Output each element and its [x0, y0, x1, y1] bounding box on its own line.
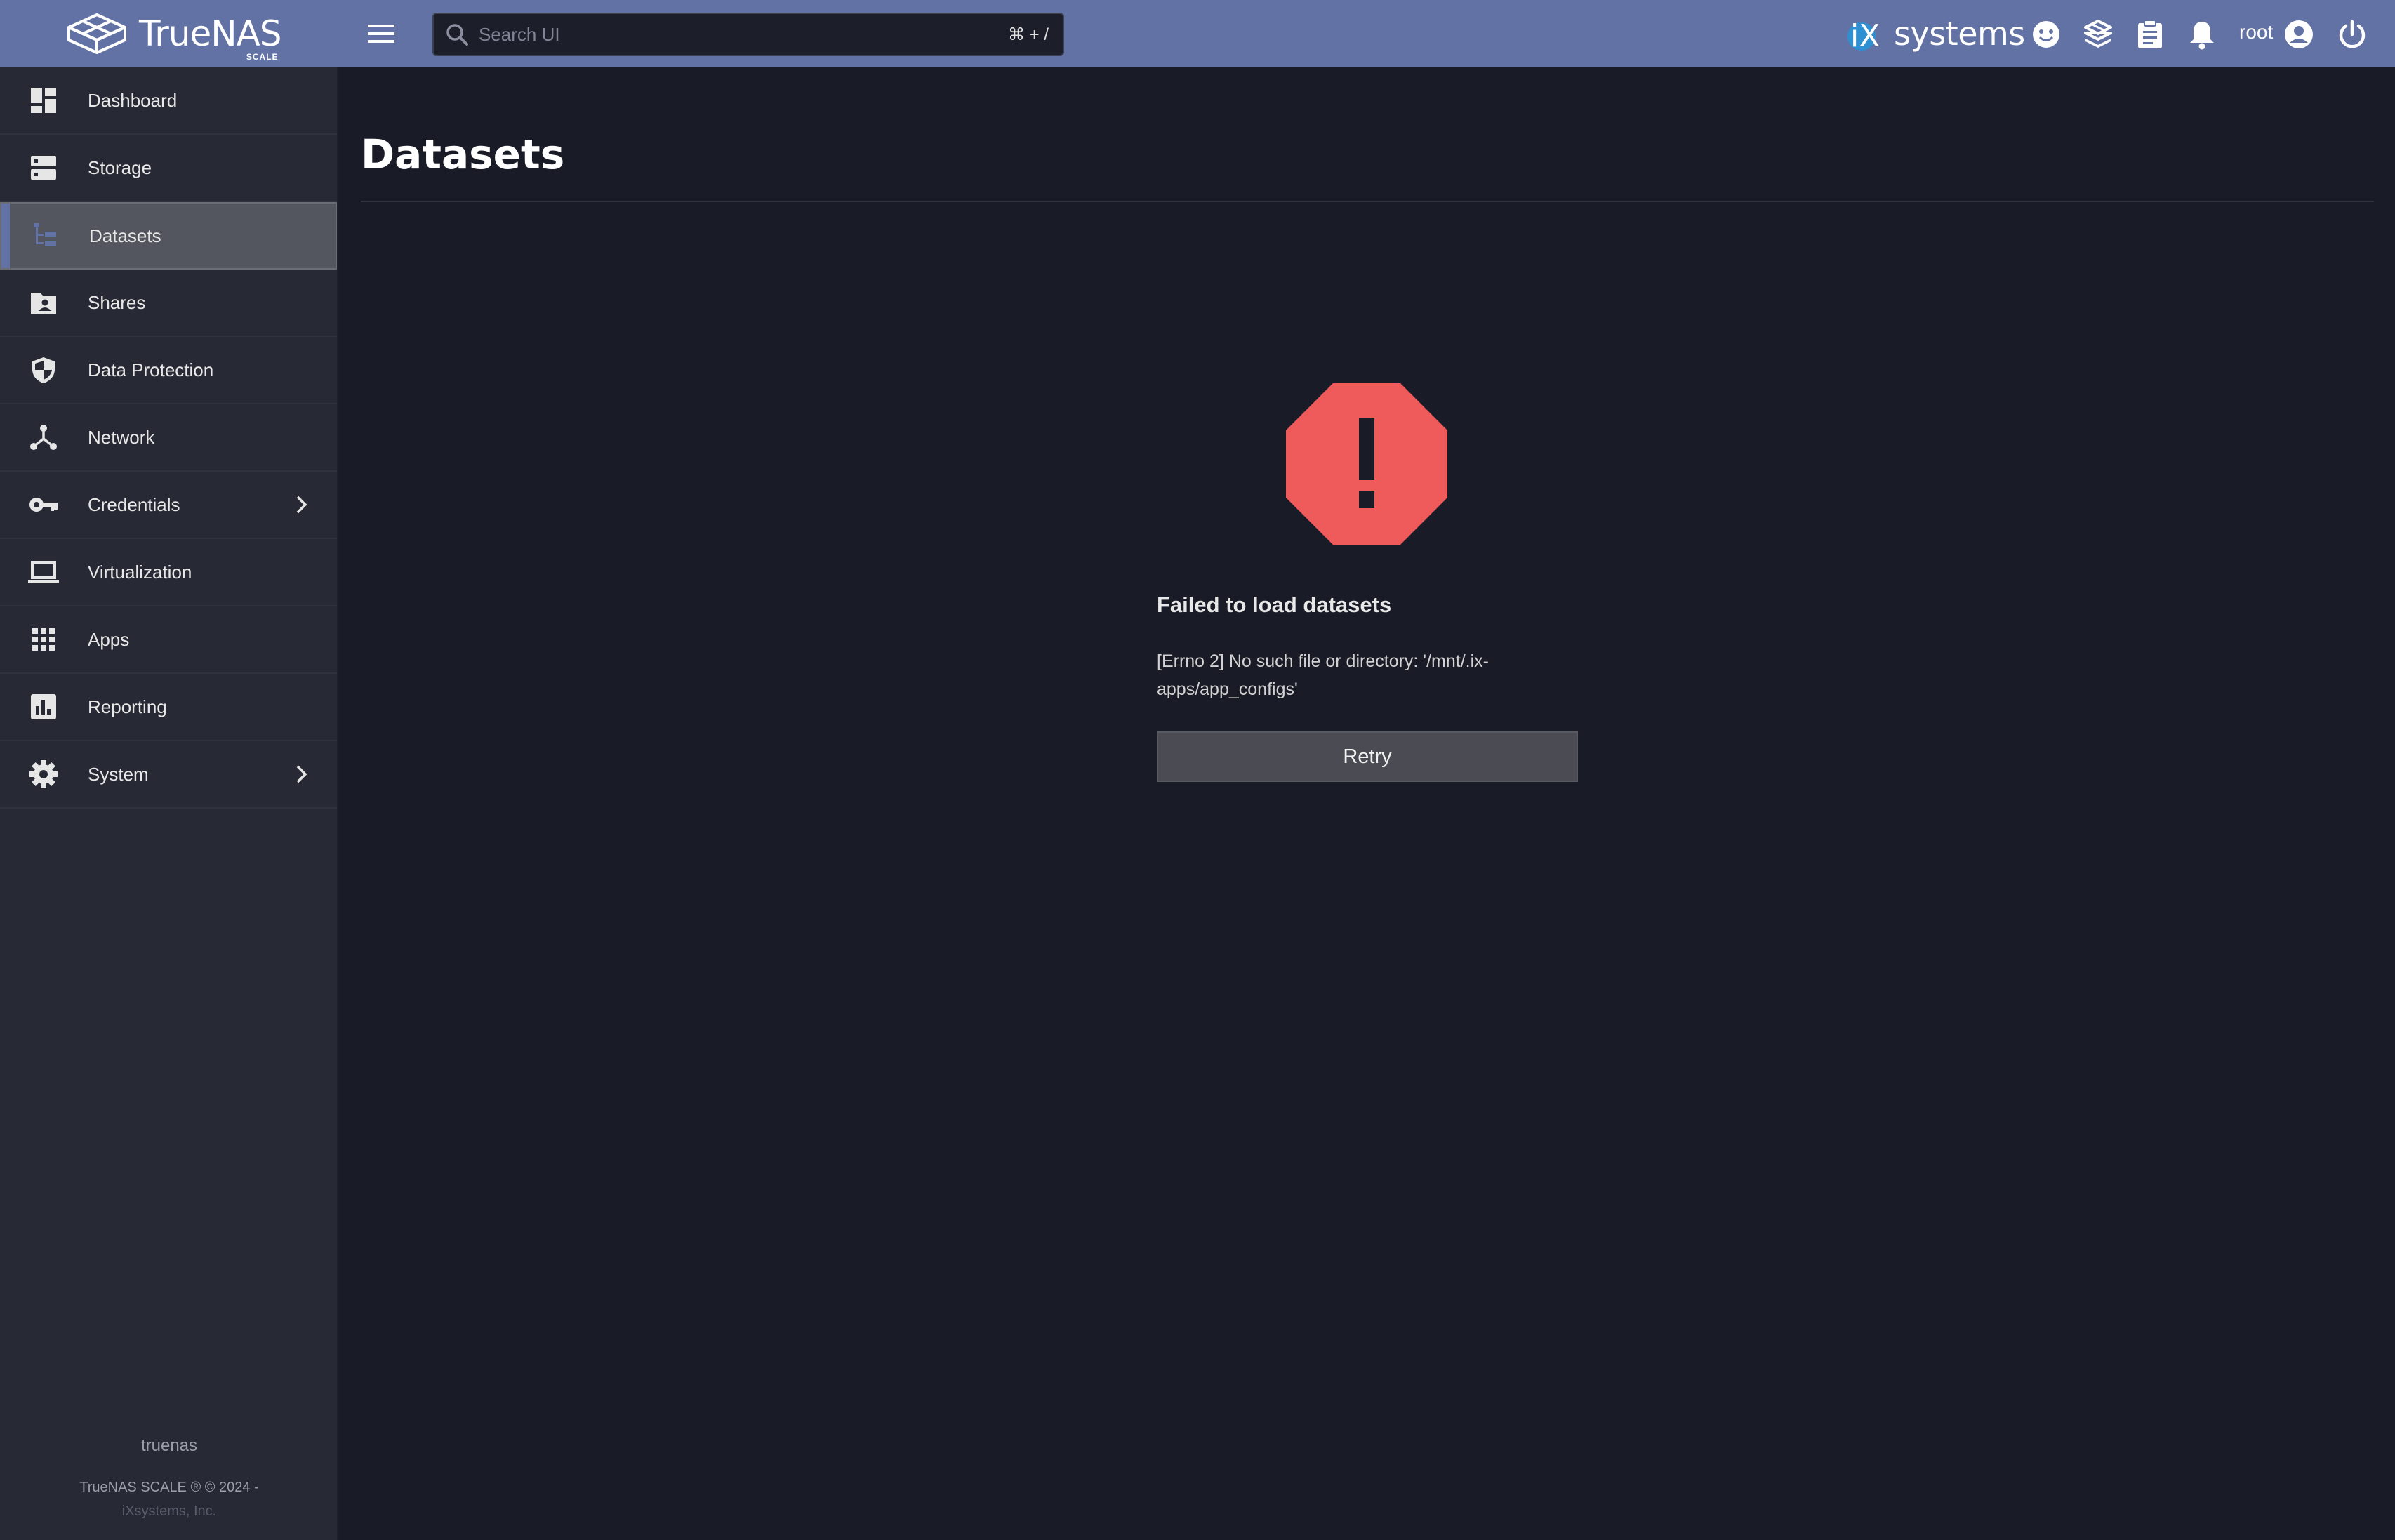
sidebar-item-system[interactable]: System	[0, 741, 337, 809]
sidebar-item-credentials[interactable]: Credentials	[0, 472, 337, 539]
username-label: root	[2239, 21, 2274, 43]
sidebar-item-label: Datasets	[89, 225, 161, 246]
jobs-icon	[2138, 20, 2162, 48]
ixsystems-logo[interactable]: iX systems	[1846, 11, 2025, 56]
menu-icon	[368, 25, 394, 43]
truecommand-icon	[2084, 20, 2112, 48]
sidebar-item-data-protection[interactable]: Data Protection	[0, 337, 337, 404]
sidebar-item-label: Storage	[88, 157, 152, 178]
page-title: Datasets	[361, 131, 565, 178]
search-input[interactable]	[479, 23, 1008, 46]
sidebar-item-label: Credentials	[88, 493, 180, 515]
notifications-button[interactable]	[2186, 18, 2218, 51]
feedback-icon	[2033, 21, 2059, 48]
retry-button[interactable]: Retry	[1157, 731, 1578, 782]
menu-toggle-button[interactable]	[364, 18, 399, 49]
copyright-line: TrueNAS SCALE ® © 2024 -	[79, 1480, 259, 1495]
ix-mark-text: iX	[1850, 18, 1880, 54]
sidebar-item-label: Data Protection	[88, 359, 214, 380]
datasets-icon	[28, 219, 62, 253]
sidebar-item-datasets[interactable]: Datasets	[0, 202, 337, 270]
brand-edition: SCALE	[246, 52, 279, 62]
truenas-logo[interactable]: TrueNAS SCALE	[65, 10, 282, 62]
ixsystems-wordmark: systems	[1894, 15, 2025, 53]
sidebar-item-label: Virtualization	[88, 561, 192, 583]
power-button[interactable]	[2336, 18, 2368, 51]
sidebar-item-shares[interactable]: Shares	[0, 270, 337, 337]
feedback-button[interactable]	[2030, 18, 2062, 51]
error-octagon-icon	[1286, 383, 1447, 545]
account-icon	[2285, 20, 2313, 48]
network-icon	[27, 420, 60, 454]
sidebar-item-label: Apps	[88, 628, 130, 650]
hostname-label: truenas	[140, 1436, 198, 1455]
search-icon	[446, 24, 468, 46]
sidebar-item-label: Dashboard	[88, 89, 178, 111]
sidebar-item-label: Network	[88, 426, 155, 448]
sidebar-item-label: Reporting	[88, 696, 167, 717]
sidebar: Dashboard Storage Datasets Shares Data P…	[0, 67, 338, 1540]
chevron-right-icon	[288, 760, 316, 788]
truenas-mark-icon	[67, 13, 126, 54]
shield-icon	[27, 353, 60, 387]
search-shortcut-hint: ⌘ + /	[1007, 25, 1049, 44]
sidebar-item-dashboard[interactable]: Dashboard	[0, 67, 337, 135]
laptop-icon	[27, 555, 60, 589]
jobs-button[interactable]	[2134, 18, 2166, 51]
sidebar-item-label: Shares	[88, 291, 146, 313]
dashboard-icon	[27, 84, 60, 117]
truecommand-button[interactable]	[2082, 18, 2114, 51]
sidebar-item-label: System	[88, 763, 149, 785]
sidebar-item-virtualization[interactable]: Virtualization	[0, 539, 337, 606]
sidebar-item-storage[interactable]: Storage	[0, 135, 337, 202]
key-icon	[27, 488, 60, 522]
error-message: [Errno 2] No such file or directory: '/m…	[1157, 651, 1489, 699]
notifications-icon	[2190, 22, 2214, 50]
copyright-notice: TrueNAS SCALE ® © 2024 - iXsystems, Inc.	[0, 1475, 338, 1523]
chevron-right-icon	[288, 491, 316, 519]
search-box[interactable]: ⌘ + /	[432, 13, 1064, 56]
title-divider	[361, 201, 2374, 202]
reporting-icon	[27, 690, 60, 724]
error-title: Failed to load datasets	[1157, 592, 1392, 617]
shares-icon	[27, 286, 60, 319]
power-icon	[2339, 20, 2366, 48]
account-button[interactable]	[2283, 18, 2315, 51]
top-bar: TrueNAS SCALE ⌘ + / iX systems	[0, 0, 2395, 67]
company-link[interactable]: iXsystems, Inc.	[0, 1499, 338, 1523]
apps-grid-icon	[27, 623, 60, 656]
ix-mark-icon: iX	[1846, 11, 1891, 56]
gear-icon	[27, 757, 60, 791]
sidebar-item-network[interactable]: Network	[0, 404, 337, 472]
sidebar-item-reporting[interactable]: Reporting	[0, 674, 337, 741]
storage-icon	[27, 151, 60, 185]
sidebar-item-apps[interactable]: Apps	[0, 606, 337, 674]
brand-name: TrueNAS	[139, 13, 282, 54]
